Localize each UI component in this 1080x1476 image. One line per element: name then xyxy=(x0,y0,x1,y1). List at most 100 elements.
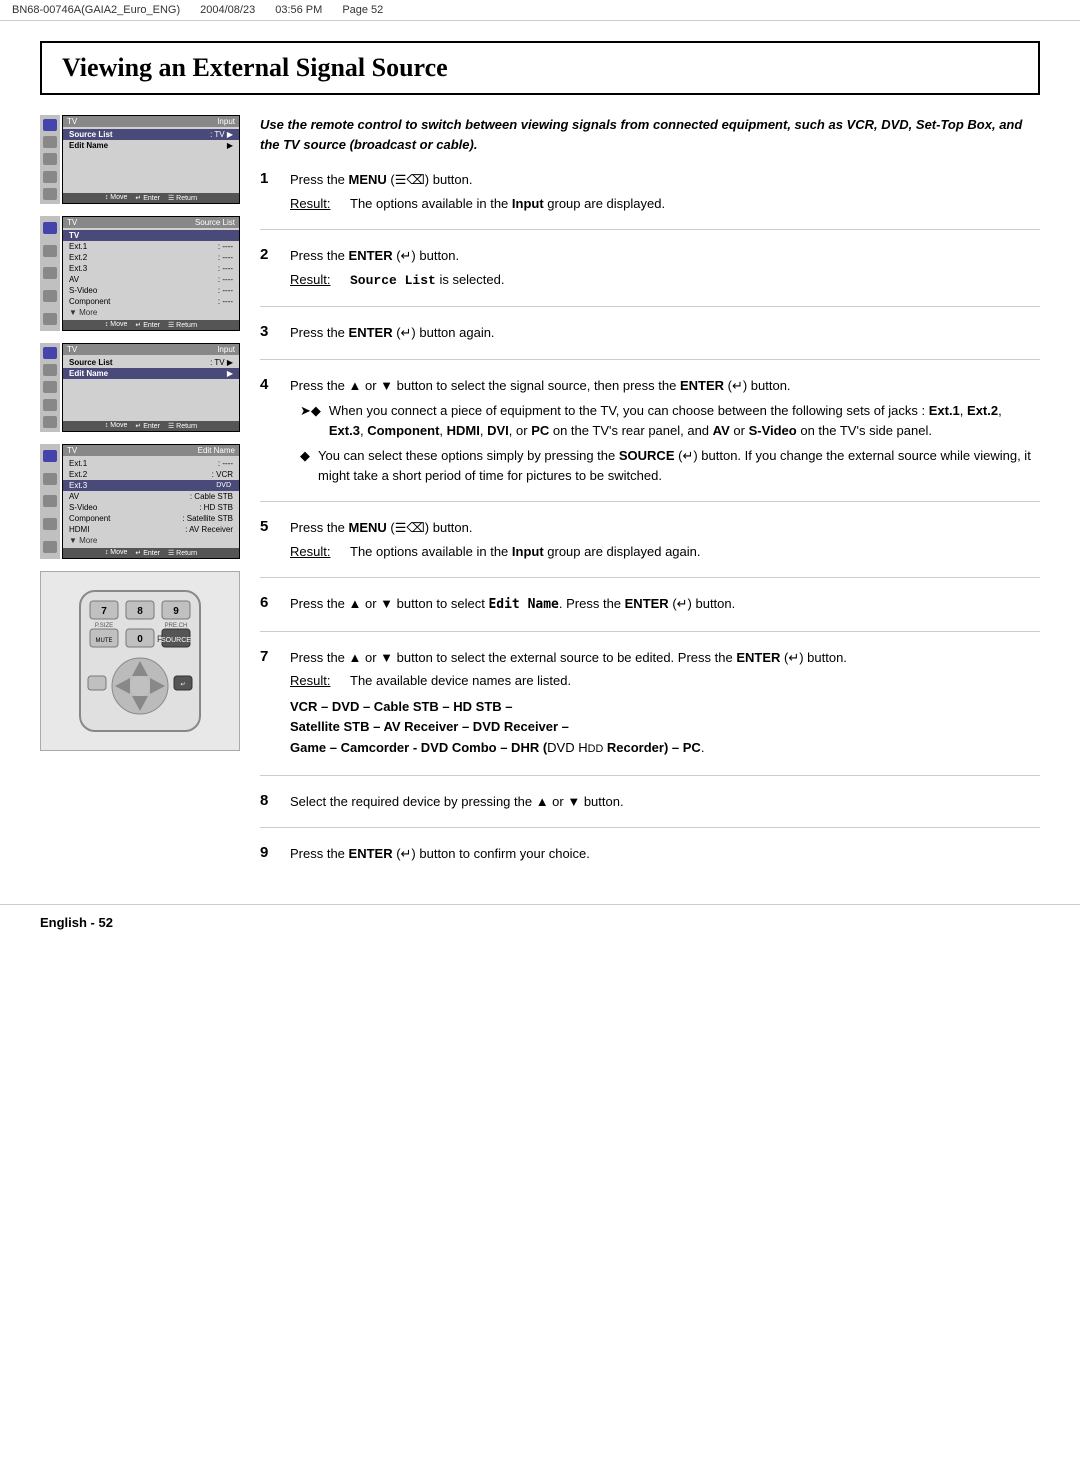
step-9-num: 9 xyxy=(260,844,280,864)
step-8: 8 Select the required device by pressing… xyxy=(260,792,1040,812)
panel4-row-ext1: Ext.1: ---- xyxy=(63,458,239,469)
panel4-header-right: Edit Name xyxy=(198,446,235,455)
svg-text:↵: ↵ xyxy=(180,682,185,688)
panel2-footer: ↕ Move↵ Enter☰ Return xyxy=(63,320,239,330)
panel4-row-hdmi: HDMI: AV Receiver xyxy=(63,524,239,535)
panel2-header-left: TV xyxy=(67,218,77,227)
step-5-num: 5 xyxy=(260,518,280,561)
header-time: 03:56 PM xyxy=(275,4,322,16)
footer-text: English - 52 xyxy=(40,915,113,930)
step-3-num: 3 xyxy=(260,323,280,343)
step-9-content: Press the ENTER (↵) button to confirm yo… xyxy=(290,844,1040,864)
svg-text:PRE.CH: PRE.CH xyxy=(165,623,188,629)
panel4-row-component: Component: Satellite STB xyxy=(63,513,239,524)
step-7: 7 Press the ▲ or ▼ button to select the … xyxy=(260,648,1040,759)
intro-text: Use the remote control to switch between… xyxy=(260,115,1040,154)
step-1: 1 Press the MENU (☰⌫) button. Result: Th… xyxy=(260,170,1040,213)
tv-icon-4-3 xyxy=(43,495,57,507)
tv-icon-3 xyxy=(43,153,57,165)
step-3: 3 Press the ENTER (↵) button again. xyxy=(260,323,1040,343)
panel3-header-right: Input xyxy=(217,345,235,354)
step-2-result-label: Result: xyxy=(290,270,340,291)
tv-icon-2-3 xyxy=(43,267,57,279)
left-column: TV Input Source List : TV ▶ Edit Name ▶ xyxy=(40,115,240,864)
step-2-result-text: Source List is selected. xyxy=(350,270,504,291)
panel1-header-right: Input xyxy=(217,117,235,126)
panel2-row-tv: TV xyxy=(63,230,239,241)
panel1-row-edit: Edit Name ▶ xyxy=(63,140,239,151)
step-4-bullet-2: ◆ You can select these options simply by… xyxy=(300,446,1040,485)
tv-icon-4 xyxy=(43,171,57,183)
tv-panel-1: TV Input Source List : TV ▶ Edit Name ▶ xyxy=(40,115,240,204)
tv-icon-4-2 xyxy=(43,473,57,485)
tv-icon-2 xyxy=(43,136,57,148)
page-title: Viewing an External Signal Source xyxy=(62,53,448,82)
step-3-content: Press the ENTER (↵) button again. xyxy=(290,323,1040,343)
step-1-result-label: Result: xyxy=(290,194,340,214)
panel2-more: ▼ More xyxy=(63,307,239,318)
svg-text:0: 0 xyxy=(137,634,143,645)
step-7-num: 7 xyxy=(260,648,280,759)
tv-panel-4: TV Edit Name Ext.1: ---- Ext.2: VCR E xyxy=(40,444,240,559)
panel2-row-ext3: Ext.3: ---- xyxy=(63,263,239,274)
panel4-row-ext3: Ext.3 DVD xyxy=(63,480,239,491)
tv-icon-2-4 xyxy=(43,290,57,302)
remote-illustration: 7 8 9 P.SIZE PRE.CH 0 P SOURCE xyxy=(40,571,240,751)
step-4-num: 4 xyxy=(260,376,280,486)
tv-icon-5 xyxy=(43,188,57,200)
panel3-row-source: Source List : TV ▶ xyxy=(63,357,239,368)
step-7-result-label: Result: xyxy=(290,671,340,691)
panel1-header-left: TV xyxy=(67,117,77,126)
page-title-box: Viewing an External Signal Source xyxy=(40,41,1040,95)
svg-text:MUTE: MUTE xyxy=(96,638,113,644)
header-bar: BN68-00746A(GAIA2_Euro_ENG) 2004/08/23 0… xyxy=(0,0,1080,21)
header-date: 2004/08/23 xyxy=(200,4,255,16)
tv-icon-3-1 xyxy=(43,347,57,359)
header-filename: BN68-00746A(GAIA2_Euro_ENG) xyxy=(12,4,180,16)
svg-text:7: 7 xyxy=(101,606,107,617)
panel4-header-left: TV xyxy=(67,446,77,455)
svg-text:SOURCE: SOURCE xyxy=(161,637,191,644)
header-page: Page 52 xyxy=(342,4,383,16)
step-1-content: Press the MENU (☰⌫) button. Result: The … xyxy=(290,170,1040,213)
step-6-content: Press the ▲ or ▼ button to select Edit N… xyxy=(290,594,1040,615)
step-2-content: Press the ENTER (↵) button. Result: Sour… xyxy=(290,246,1040,290)
step-5-result-text: The options available in the Input group… xyxy=(350,542,701,562)
panel4-row-ext2: Ext.2: VCR xyxy=(63,469,239,480)
step-4: 4 Press the ▲ or ▼ button to select the … xyxy=(260,376,1040,486)
panel3-header-left: TV xyxy=(67,345,77,354)
tv-icon-3-3 xyxy=(43,381,57,393)
step-4-content: Press the ▲ or ▼ button to select the si… xyxy=(290,376,1040,486)
step-8-num: 8 xyxy=(260,792,280,812)
step-5: 5 Press the MENU (☰⌫) button. Result: Th… xyxy=(260,518,1040,561)
panel2-row-svideo: S-Video: ---- xyxy=(63,285,239,296)
tv-icon-2-5 xyxy=(43,313,57,325)
tv-panel-3: TV Input Source List : TV ▶ Edit Name ▶ xyxy=(40,343,240,432)
tv-icon-3-2 xyxy=(43,364,57,376)
panel1-footer: ↕ Move↵ Enter☰ Return xyxy=(63,193,239,203)
panel3-row-edit: Edit Name ▶ xyxy=(63,368,239,379)
step-4-bullet-1: ➤◆ When you connect a piece of equipment… xyxy=(300,401,1040,440)
panel2-row-component: Component: ---- xyxy=(63,296,239,307)
panel4-row-svideo: S-Video: HD STB xyxy=(63,502,239,513)
page-footer: English - 52 xyxy=(0,904,1080,940)
panel3-footer: ↕ Move↵ Enter☰ Return xyxy=(63,421,239,431)
step-7-content: Press the ▲ or ▼ button to select the ex… xyxy=(290,648,1040,759)
svg-text:P.SIZE: P.SIZE xyxy=(95,623,113,629)
panel2-header-right: Source List xyxy=(195,218,235,227)
steps-container: 1 Press the MENU (☰⌫) button. Result: Th… xyxy=(260,170,1040,864)
step-6-num: 6 xyxy=(260,594,280,615)
panel2-row-ext2: Ext.2: ---- xyxy=(63,252,239,263)
right-column: Use the remote control to switch between… xyxy=(260,115,1040,864)
tv-panel-2: TV Source List TV Ext.1: ---- xyxy=(40,216,240,331)
tv-icon-1 xyxy=(43,119,57,131)
step-9: 9 Press the ENTER (↵) button to confirm … xyxy=(260,844,1040,864)
tv-icon-2-1 xyxy=(43,222,57,234)
panel4-row-av: AV: Cable STB xyxy=(63,491,239,502)
panel4-more: ▼ More xyxy=(63,535,239,546)
panel2-row-av: AV: ---- xyxy=(63,274,239,285)
tv-icon-4-1 xyxy=(43,450,57,462)
tv-icon-4-5 xyxy=(43,541,57,553)
tv-icon-3-5 xyxy=(43,416,57,428)
step-2: 2 Press the ENTER (↵) button. Result: So… xyxy=(260,246,1040,290)
